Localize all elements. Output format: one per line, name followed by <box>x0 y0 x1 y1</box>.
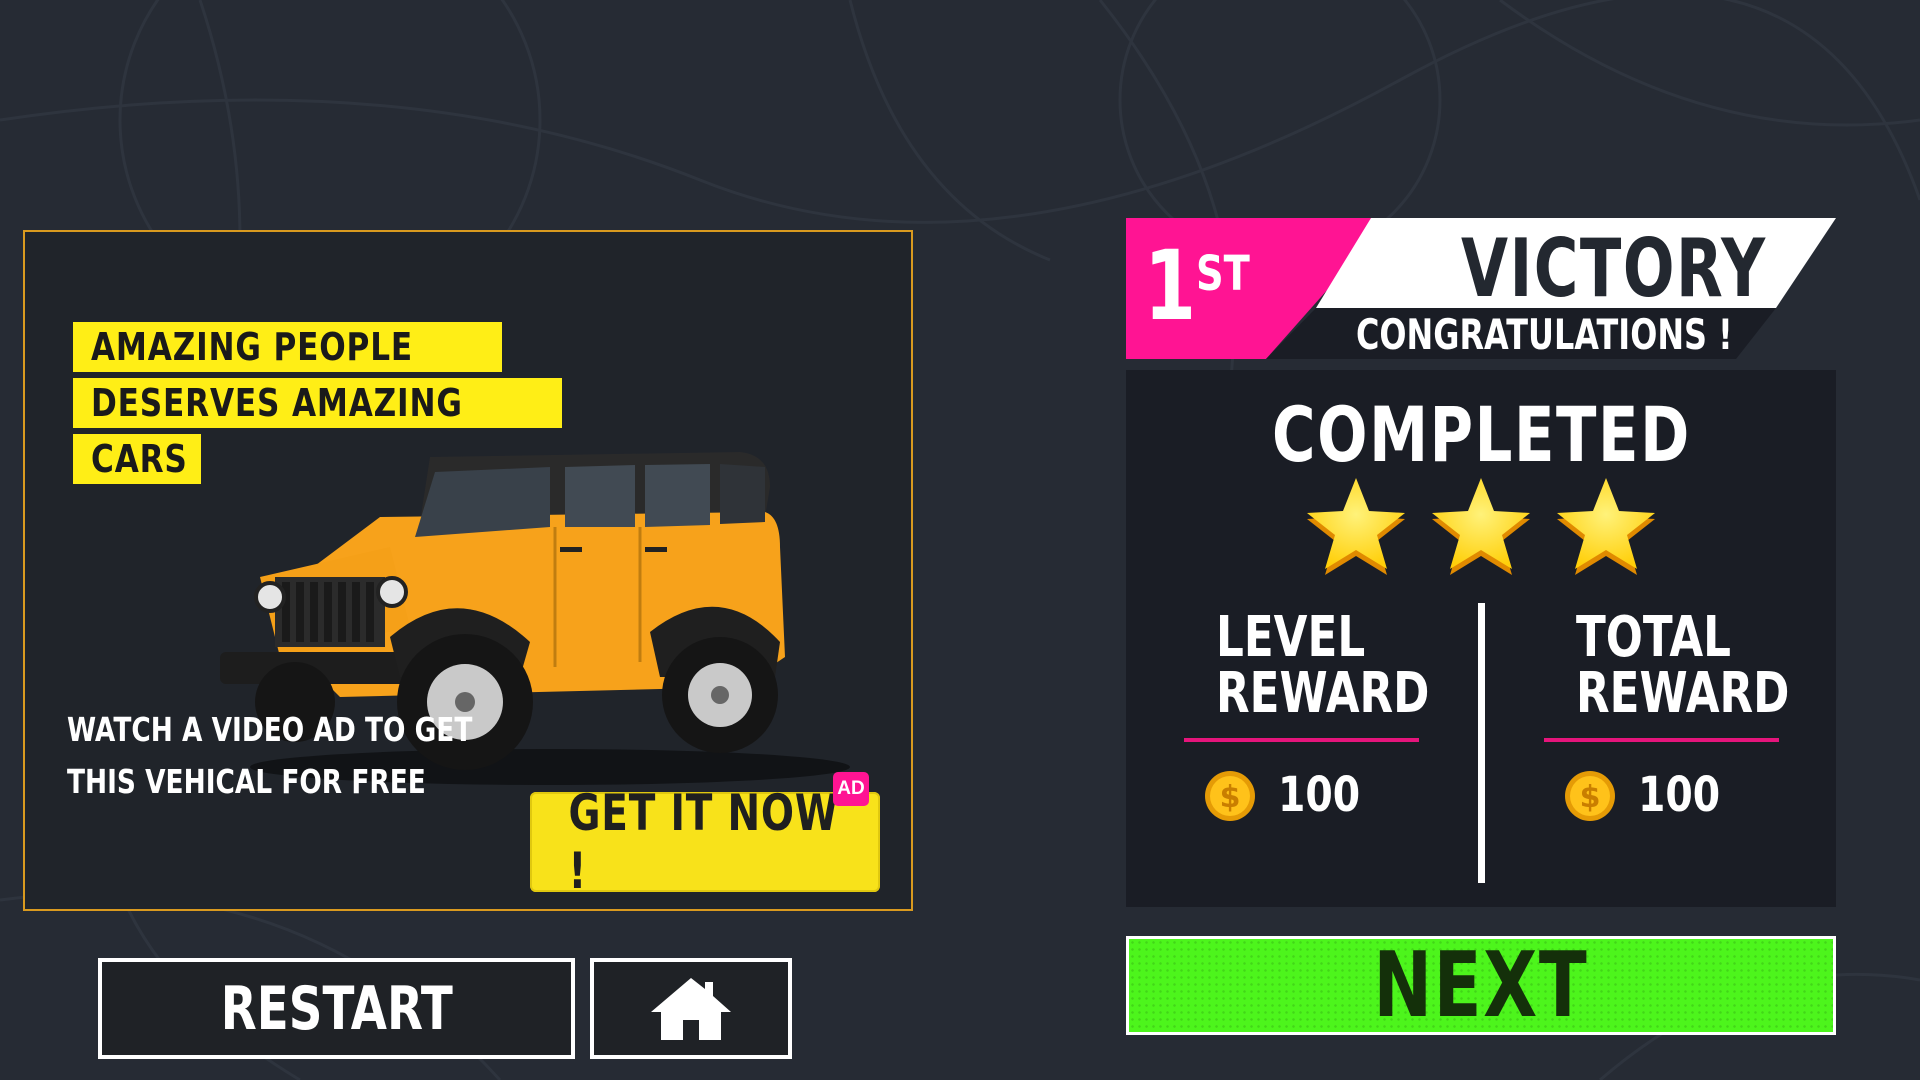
level-reward-underline <box>1184 738 1419 742</box>
home-button[interactable] <box>590 958 792 1059</box>
congratulations-text: CONGRATULATIONS ! <box>1356 310 1733 359</box>
ad-panel: AMAZING PEOPLE DESERVES AMAZING CARS WAT… <box>23 230 913 911</box>
level-reward-value: 100 <box>1278 767 1361 823</box>
ad-badge: AD <box>833 772 869 806</box>
star-icon <box>1432 478 1530 575</box>
coin-icon: $ <box>1565 771 1615 821</box>
get-it-now-button[interactable]: GET IT NOW ! <box>530 784 880 900</box>
next-button[interactable]: NEXT <box>1126 933 1836 1038</box>
place-rank: 1 ST <box>1144 230 1250 342</box>
ad-description-line-1: WATCH A VIDEO AD TO GET <box>67 710 473 749</box>
result-panel: COMPLETED LEVEL REWARD $ 100 TOTAL REWAR… <box>1126 370 1836 907</box>
star-rating <box>1307 478 1655 575</box>
restart-button[interactable]: RESTART <box>98 958 575 1059</box>
svg-text:$: $ <box>1220 780 1241 815</box>
total-reward-value: 100 <box>1638 767 1721 823</box>
victory-title: VICTORY <box>1461 222 1767 315</box>
star-icon <box>1307 478 1405 575</box>
ad-tagline-line-1: AMAZING PEOPLE <box>73 322 502 372</box>
ad-tagline-line-2: DESERVES AMAZING <box>73 378 563 428</box>
total-reward-underline <box>1544 738 1779 742</box>
total-reward-label: TOTAL REWARD <box>1576 605 1790 726</box>
ad-tagline-line-3: CARS <box>73 434 201 484</box>
level-reward-label: LEVEL REWARD <box>1216 605 1430 726</box>
completed-title: COMPLETED <box>1271 390 1691 479</box>
result-header: 1 ST VICTORY CONGRATULATIONS ! <box>1126 218 1836 359</box>
svg-text:$: $ <box>1580 780 1601 815</box>
coin-icon: $ <box>1205 771 1255 821</box>
home-icon <box>651 977 731 1040</box>
star-icon <box>1557 478 1655 575</box>
reward-divider <box>1478 603 1485 883</box>
ad-description-line-2: THIS VEHICAL FOR FREE <box>67 762 426 801</box>
